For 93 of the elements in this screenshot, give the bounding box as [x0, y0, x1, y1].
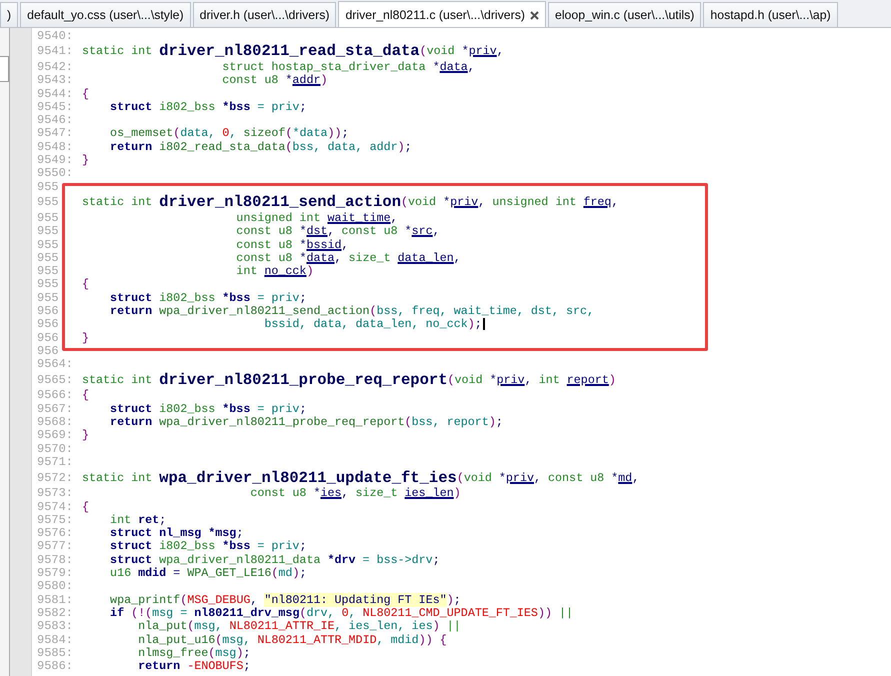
- code-line: struct hostap_sta_driver_data *data,: [221, 60, 475, 74]
- code-line: wpa_printf(MSG_DEBUG, "nl80211: Updating FT IEs");: [109, 592, 461, 606]
- line-number: 956: [36, 344, 60, 358]
- panel-field[interactable]: [0, 56, 9, 82]
- code-line: int no_cck): [235, 264, 314, 278]
- line-number: 9585:: [36, 646, 74, 660]
- line-number: 9549:: [36, 153, 74, 168]
- file-tab[interactable]: default_yo.css (user\...\style): [20, 2, 191, 27]
- code-line: }: [82, 330, 90, 344]
- line-number: 9541:: [36, 44, 74, 58]
- line-number: 9576:: [36, 526, 74, 540]
- line-number: 9569:: [36, 428, 74, 442]
- line-number: 955: [36, 238, 60, 252]
- line-number: 9567:: [36, 402, 74, 416]
- code-line: struct wpa_driver_nl80211_data *drv = bss->drv;: [109, 553, 440, 566]
- code-line: nlmsg_free(msg);: [137, 646, 250, 660]
- code-line: struct nl_msg *msg;: [109, 526, 244, 540]
- code-line: static int driver_nl80211_probe_req_report(void *priv, int report): [82, 370, 616, 389]
- line-number: 9546:: [36, 113, 74, 128]
- line-number: 9580:: [36, 579, 74, 594]
- code-line: struct i802_bss *bss = priv;: [109, 291, 306, 304]
- line-number: 9566:: [36, 388, 74, 402]
- line-number: 955: [36, 224, 60, 238]
- line-number: 955: [36, 277, 60, 292]
- code-line: const u8 *dst, const u8 *src,: [235, 224, 440, 238]
- close-icon[interactable]: [530, 10, 539, 20]
- line-number: 9572:: [36, 470, 74, 485]
- line-number: 9545:: [36, 100, 74, 114]
- code-line: os_memset(data, 0, sizeof(*data));: [109, 126, 349, 140]
- file-tab[interactable]: hostapd.h (user\...\ap): [703, 2, 838, 27]
- line-number: 9550:: [36, 166, 74, 180]
- line-number: 955: [36, 250, 60, 265]
- line-number: 955: [36, 264, 60, 278]
- line-number: 955: [36, 180, 60, 194]
- line-number: 955: [36, 195, 60, 210]
- code-line: struct i802_bss *bss = priv;: [109, 402, 306, 416]
- file-tab[interactable]: driver_nl80211.c (user\...\drivers): [338, 1, 546, 27]
- code-line: if (!(msg = nl80211_drv_msg(drv, 0, NL80211_CMD_UPDATE_FT_IES)) ||: [109, 606, 574, 620]
- code-line: const u8 *bssid,: [235, 238, 349, 252]
- code-line: {: [82, 86, 90, 100]
- code-line: u16 mdid = WPA_GET_LE16(md);: [109, 566, 306, 580]
- line-number: 956: [36, 330, 60, 345]
- file-tab[interactable]: driver.h (user\...\drivers): [192, 2, 336, 27]
- line-number: 955: [36, 210, 60, 225]
- line-number: 9578:: [36, 552, 74, 567]
- line-number: 956: [36, 317, 60, 332]
- line-number: 9565:: [36, 372, 74, 387]
- line-number: 9579:: [36, 566, 74, 580]
- code-line: struct i802_bss *bss = priv;: [109, 100, 306, 114]
- code-line: {: [82, 500, 90, 514]
- code-line: const u8 *data, size_t data_len,: [235, 251, 461, 264]
- line-number: 9584:: [36, 632, 74, 647]
- line-number: 9582:: [36, 606, 74, 620]
- line-number: 9583:: [36, 619, 74, 634]
- code-line: }: [82, 428, 90, 442]
- code-line: return -ENOBUFS;: [137, 659, 250, 673]
- code-line: struct i802_bss *bss = priv;: [109, 540, 306, 554]
- line-number: 9564:: [36, 357, 74, 372]
- line-number: 9574:: [36, 500, 74, 514]
- code-line: nla_put_u16(msg, NL80211_ATTR_MDID, mdid)) {: [137, 632, 447, 646]
- code-line: bssid, data, data_len, no_cck);: [263, 318, 482, 331]
- line-number: 9548:: [36, 140, 74, 154]
- code-line: static int driver_nl80211_send_action(void *priv, unsigned int freq,: [82, 193, 618, 212]
- code-line: {: [82, 278, 90, 292]
- code-line: const u8 *addr): [221, 74, 328, 87]
- file-tab[interactable]: eloop_win.c (user\...\utils): [548, 2, 702, 27]
- line-number: 9586:: [36, 659, 74, 674]
- line-number: 9544:: [36, 86, 74, 101]
- code-line: unsigned int wait_time,: [235, 211, 398, 225]
- code-line: return i802_read_sta_data(bss, data, addr);: [109, 140, 412, 154]
- line-number: 9570:: [36, 442, 74, 456]
- code-line: }: [82, 153, 90, 167]
- code-line: int ret;: [109, 513, 166, 526]
- line-number: 956: [36, 304, 60, 318]
- line-number: 9542:: [36, 60, 74, 74]
- code-line: static int wpa_driver_nl80211_update_ft_ies(void *priv, const u8 *md,: [82, 468, 640, 487]
- line-number: 9543:: [36, 73, 74, 88]
- line-number: 955: [36, 290, 60, 305]
- code-line: const u8 *ies, size_t ies_len): [249, 486, 461, 500]
- code-line: static int driver_nl80211_read_sta_data(void *priv,: [82, 42, 504, 60]
- line-number: 9568:: [36, 415, 74, 430]
- line-number: 9573:: [36, 486, 74, 500]
- line-number: 9575:: [36, 512, 74, 527]
- code-line: return wpa_driver_nl80211_probe_req_report(bss, report);: [109, 415, 503, 429]
- code-line: return wpa_driver_nl80211_send_action(bss, freq, wait_time, dst, src,: [109, 304, 594, 318]
- line-number: 9540:: [36, 28, 74, 43]
- code-line: nla_put(msg, NL80211_ATTR_IE, ies_len, ies) ||: [137, 620, 461, 633]
- line-number: 9547:: [36, 126, 74, 140]
- file-tab[interactable]: ): [0, 2, 18, 27]
- code-line: {: [82, 388, 90, 402]
- line-number: 9571:: [36, 454, 74, 469]
- line-number: 9577:: [36, 539, 74, 554]
- line-number: 9581:: [36, 592, 74, 607]
